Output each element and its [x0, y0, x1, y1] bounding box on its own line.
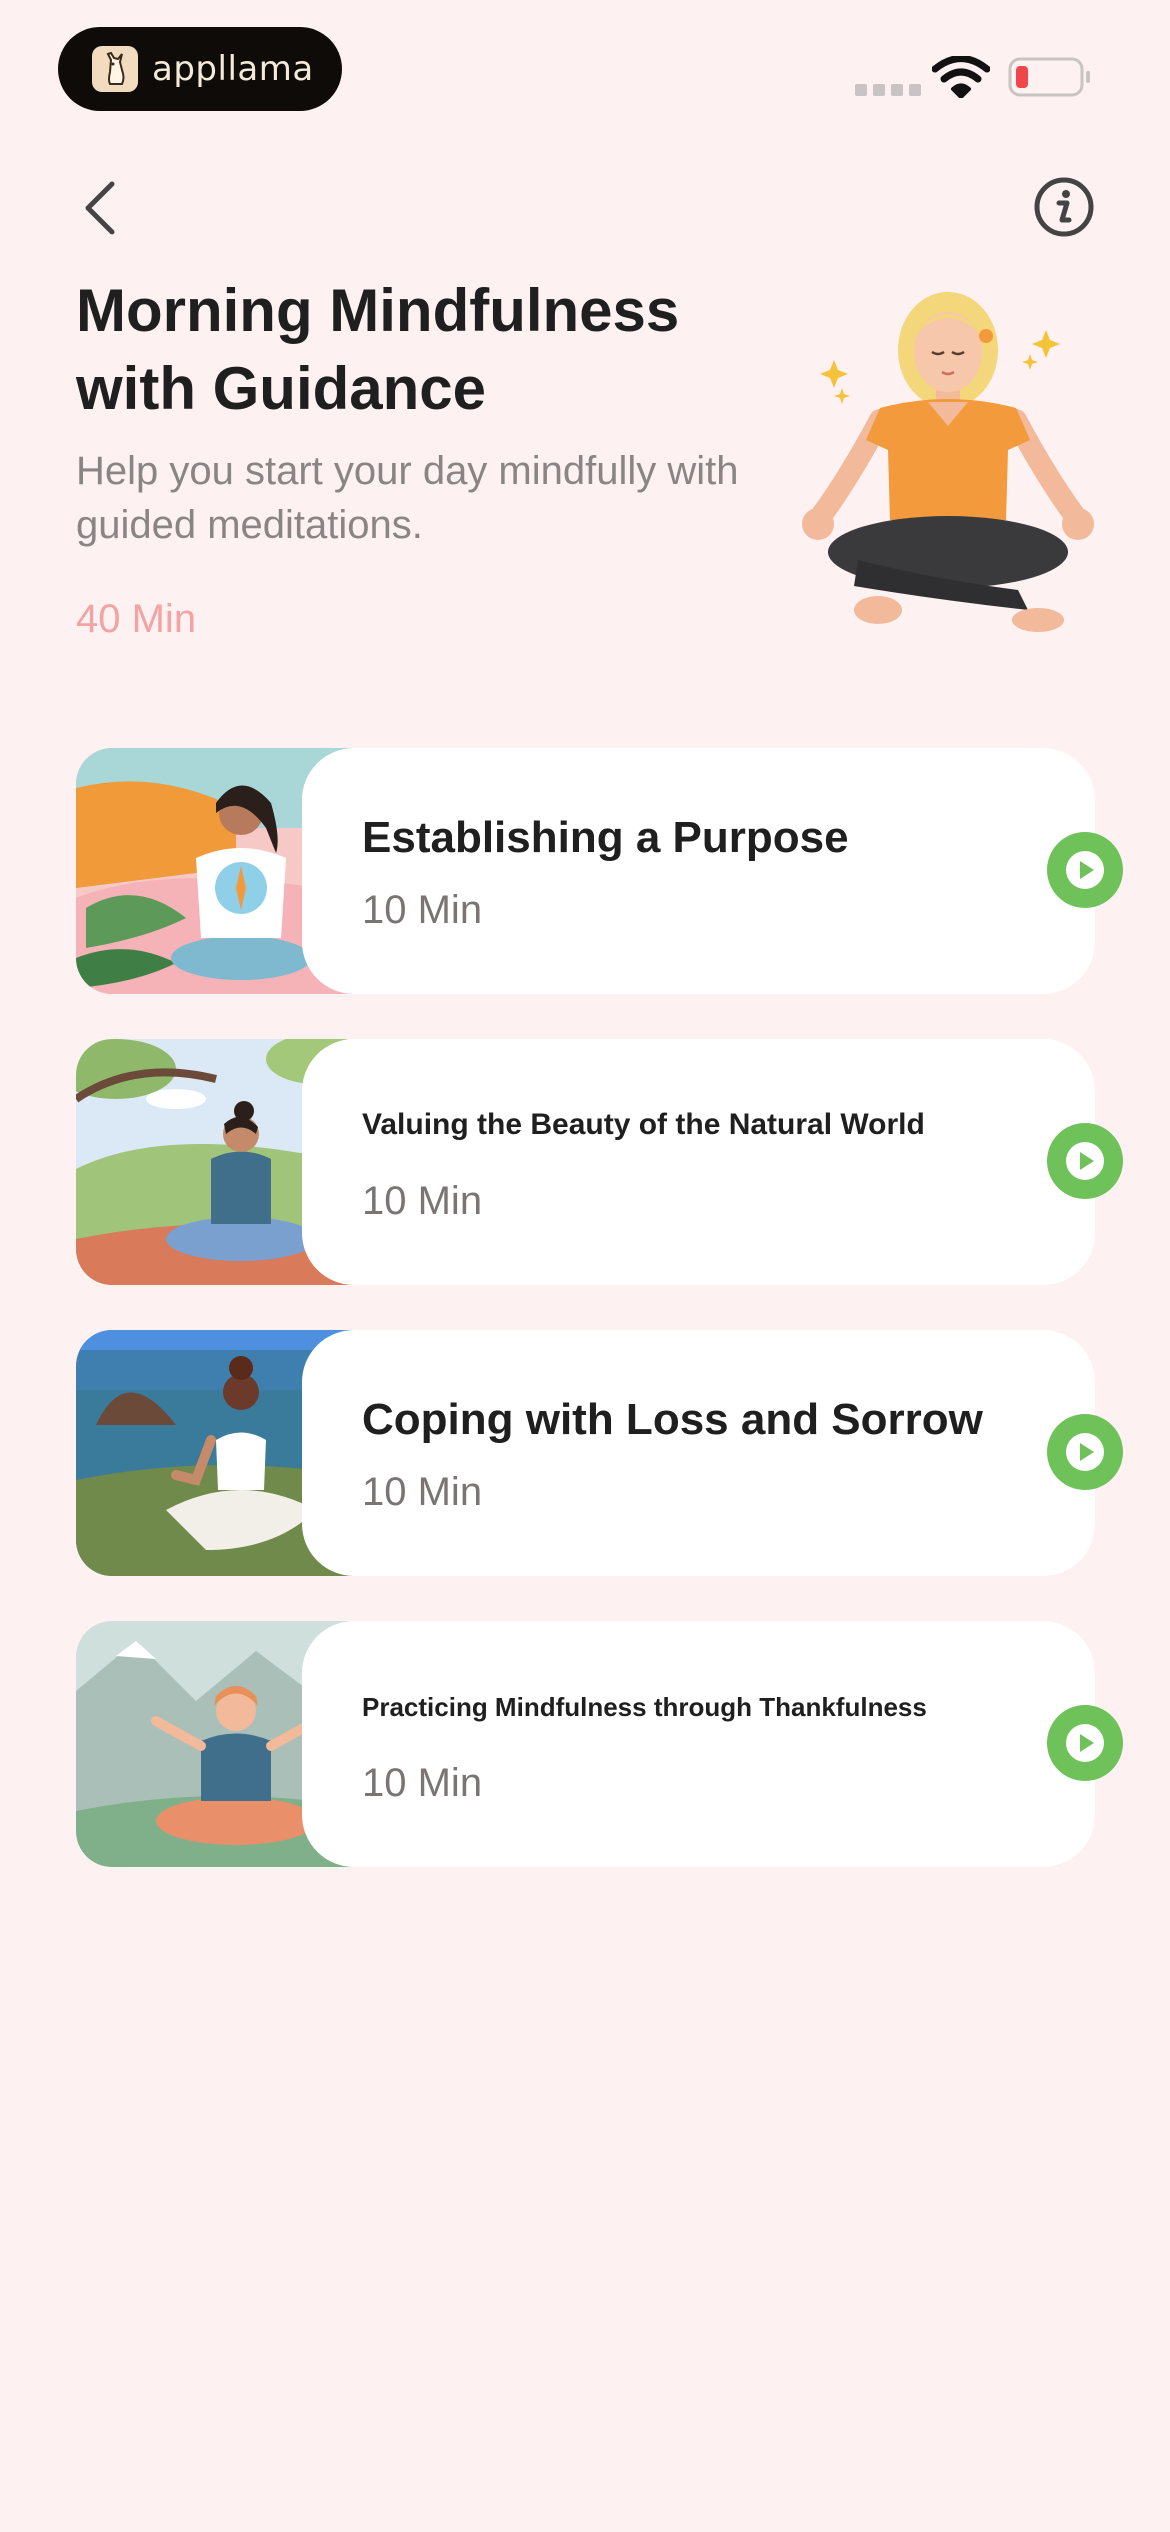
- signal-strength-icon: [855, 84, 921, 96]
- play-button[interactable]: [1047, 832, 1123, 908]
- session-title: Establishing a Purpose: [362, 813, 849, 862]
- session-card[interactable]: Establishing a Purpose 10 Min: [76, 748, 1123, 994]
- play-icon: [1066, 1724, 1104, 1762]
- page-subtitle: Help you start your day mindfully with g…: [76, 449, 739, 547]
- play-button[interactable]: [1047, 1705, 1123, 1781]
- play-button[interactable]: [1047, 1414, 1123, 1490]
- wifi-icon: [932, 56, 990, 98]
- session-card[interactable]: Valuing the Beauty of the Natural World …: [76, 1039, 1123, 1285]
- meditating-woman-illustration: [802, 292, 1094, 632]
- session-card-body: Coping with Loss and Sorrow 10 Min: [302, 1330, 1123, 1576]
- session-duration: 10 Min: [362, 1470, 483, 1514]
- session-card[interactable]: Coping with Loss and Sorrow 10 Min: [76, 1330, 1123, 1576]
- info-button[interactable]: [1033, 176, 1095, 238]
- session-card-body: Practicing Mindfulness through Thankfuln…: [302, 1621, 1123, 1867]
- brand-name: appllama: [152, 49, 314, 89]
- llama-logo-icon: [92, 46, 138, 92]
- session-card-body: Establishing a Purpose 10 Min: [302, 748, 1123, 994]
- page-title: Morning Mindfulness with Guidance: [76, 277, 680, 422]
- session-title: Coping with Loss and Sorrow: [362, 1395, 983, 1444]
- play-icon: [1066, 1433, 1104, 1471]
- info-icon: [1034, 177, 1094, 237]
- play-button[interactable]: [1047, 1123, 1123, 1199]
- play-icon: [1066, 1142, 1104, 1180]
- session-card-body: Valuing the Beauty of the Natural World …: [302, 1039, 1123, 1285]
- back-button[interactable]: [72, 176, 128, 240]
- chevron-left-icon: [85, 181, 115, 235]
- session-card[interactable]: Practicing Mindfulness through Thankfuln…: [76, 1621, 1123, 1867]
- play-icon: [1066, 851, 1104, 889]
- program-duration: 40 Min: [76, 597, 197, 641]
- status-bar: appllama: [0, 0, 1170, 130]
- session-title: Practicing Mindfulness through Thankfuln…: [362, 1692, 927, 1722]
- session-title: Valuing the Beauty of the Natural World: [362, 1108, 925, 1141]
- session-duration: 10 Min: [362, 1761, 483, 1805]
- brand-badge: appllama: [58, 27, 342, 111]
- session-duration: 10 Min: [362, 1179, 483, 1223]
- session-duration: 10 Min: [362, 888, 483, 932]
- battery-icon: [1008, 57, 1090, 97]
